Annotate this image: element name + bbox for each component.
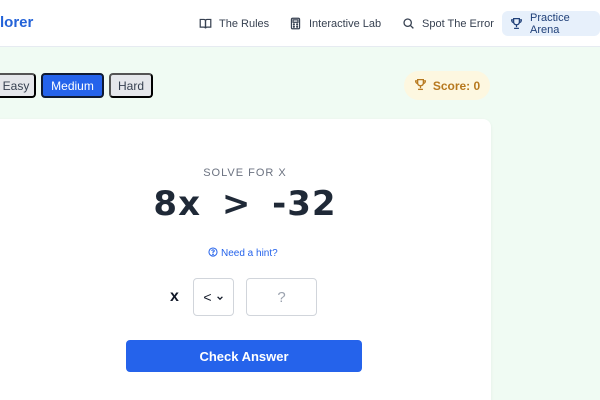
help-circle-icon (208, 246, 218, 260)
app-brand[interactable]: lorer (0, 14, 33, 31)
check-answer-button[interactable]: Check Answer (126, 340, 362, 372)
answer-input[interactable] (246, 278, 317, 316)
calculator-icon (289, 17, 302, 30)
instruction-label: SOLVE FOR X (203, 167, 287, 179)
score-label: Score: 0 (432, 78, 481, 93)
difficulty-medium-button[interactable]: Medium (41, 73, 104, 98)
top-navigation-bar: lorer The Rules Interactive Lab Spot The… (0, 0, 600, 47)
operator-select[interactable]: < (193, 278, 234, 316)
variable-label: x (170, 288, 179, 305)
difficulty-hard-button[interactable]: Hard (109, 73, 153, 98)
difficulty-easy-button[interactable]: Easy (0, 73, 36, 98)
nav-item-interactive-lab[interactable]: Interactive Lab (281, 11, 389, 36)
inequality-equation: 8x > -32 (153, 184, 337, 224)
nav-item-the-rules[interactable]: The Rules (191, 11, 277, 36)
nav-label: Practice Arena (530, 11, 570, 36)
nav-item-practice-arena[interactable]: Practice Arena (502, 11, 600, 36)
operator-value: < (203, 289, 212, 305)
trophy-icon (414, 78, 427, 94)
hint-label: Need a hint? (221, 247, 278, 259)
search-icon (402, 17, 415, 30)
book-icon (199, 17, 212, 30)
nav-label: Spot The Error (422, 17, 494, 30)
trophy-icon (510, 17, 523, 30)
nav-label: The Rules (219, 17, 270, 30)
nav-label: Interactive Lab (309, 17, 382, 30)
chevron-down-icon (216, 289, 224, 305)
score-badge: Score: 0 (404, 71, 490, 100)
hint-link[interactable]: Need a hint? (208, 246, 278, 260)
nav-item-spot-the-error[interactable]: Spot The Error (394, 11, 502, 36)
